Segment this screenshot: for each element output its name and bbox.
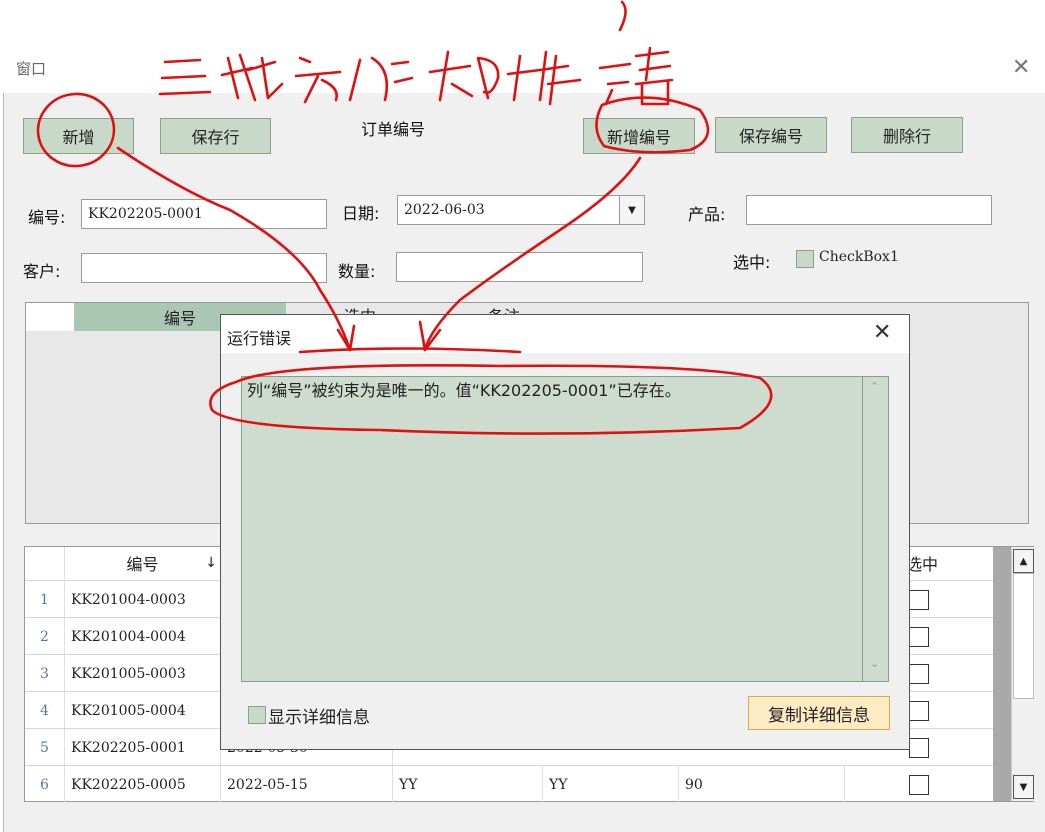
save-row-button[interactable]: 保存行 — [160, 118, 271, 154]
window-titlebar — [3, 46, 1045, 93]
error-message: 列“编号”被约束为是唯一的。值“KK202205-0001”已存在。 — [247, 381, 681, 400]
chevron-down-icon[interactable]: ▼ — [619, 195, 645, 225]
cell-date[interactable]: 2022-05-15 — [221, 766, 393, 803]
row-checkbox[interactable] — [909, 664, 929, 684]
row-checkbox[interactable] — [909, 590, 929, 610]
row-index: 4 — [25, 692, 65, 729]
message-scrollbar[interactable] — [863, 376, 889, 682]
customer-label: 客户: — [23, 262, 61, 281]
error-message-box[interactable] — [241, 376, 863, 682]
scroll-up-icon[interactable]: ▲ — [1013, 549, 1034, 573]
cell-number[interactable]: KK202205-0005 — [65, 766, 221, 803]
date-field[interactable]: 2022-06-03 — [397, 195, 620, 225]
cell-number[interactable]: KK201004-0004 — [65, 618, 221, 655]
dialog-title: 运行错误 — [227, 329, 292, 348]
table-row[interactable]: 6 KK202205-0005 2022-05-15 YY YY 90 — [25, 765, 995, 803]
cell-number[interactable]: KK201005-0003 — [65, 655, 221, 692]
close-icon[interactable]: ✕ — [873, 320, 891, 345]
quantity-field[interactable] — [396, 252, 643, 282]
checkbox1-label: CheckBox1 — [819, 249, 899, 265]
show-details-label: 显示详细信息 — [268, 708, 370, 728]
cell-customer[interactable]: YY — [543, 766, 679, 803]
cell-number[interactable]: KK201005-0004 — [65, 692, 221, 729]
window-title: 窗口 — [16, 60, 47, 78]
sort-arrow-icon: ↓ — [205, 555, 217, 571]
table-header-number[interactable]: 编号 ↓ — [65, 547, 221, 579]
scroll-down-icon[interactable]: ▼ — [1013, 775, 1034, 799]
row-index: 6 — [25, 766, 65, 803]
quantity-label: 数量: — [338, 262, 376, 281]
cell-product[interactable]: YY — [393, 766, 543, 803]
cell-number[interactable]: KK202205-0001 — [65, 729, 221, 766]
row-index: 2 — [25, 618, 65, 655]
close-icon[interactable]: ✕ — [1012, 56, 1030, 80]
show-details-checkbox[interactable] — [248, 706, 266, 724]
add-button[interactable]: 新增 — [23, 118, 134, 154]
row-checkbox[interactable] — [909, 701, 929, 721]
row-checkbox[interactable] — [909, 627, 929, 647]
table-corner — [25, 547, 65, 579]
customer-field[interactable] — [81, 253, 327, 283]
row-index: 1 — [25, 581, 65, 618]
copy-details-button[interactable]: 复制详细信息 — [748, 696, 890, 730]
dialog-titlebar — [221, 315, 909, 353]
date-label: 日期: — [342, 204, 380, 223]
product-field[interactable] — [746, 195, 992, 225]
add-number-button[interactable]: 新增编号 — [583, 118, 695, 154]
save-number-button[interactable]: 保存编号 — [715, 117, 827, 153]
number-field[interactable]: KK202205-0001 — [81, 199, 327, 229]
chevron-up-icon[interactable]: ⌃ — [870, 380, 879, 393]
order-number-title: 订单编号 — [361, 120, 426, 139]
cell-quantity[interactable]: 90 — [679, 766, 845, 803]
row-checkbox[interactable] — [909, 775, 929, 795]
table-header-number-label: 编号 — [126, 555, 159, 574]
row-checkbox[interactable] — [909, 738, 929, 758]
chevron-down-icon[interactable]: ⌄ — [870, 657, 879, 670]
row-index: 5 — [25, 729, 65, 766]
selected-label: 选中: — [733, 253, 771, 272]
checkbox1[interactable] — [796, 250, 814, 268]
cell-number[interactable]: KK201004-0003 — [65, 581, 221, 618]
product-label: 产品: — [688, 205, 726, 224]
row-index: 3 — [25, 655, 65, 692]
scrollbar-thumb[interactable] — [1013, 573, 1034, 699]
delete-row-button[interactable]: 删除行 — [851, 117, 963, 153]
table-divider — [993, 547, 1011, 801]
number-label: 编号: — [28, 208, 66, 227]
